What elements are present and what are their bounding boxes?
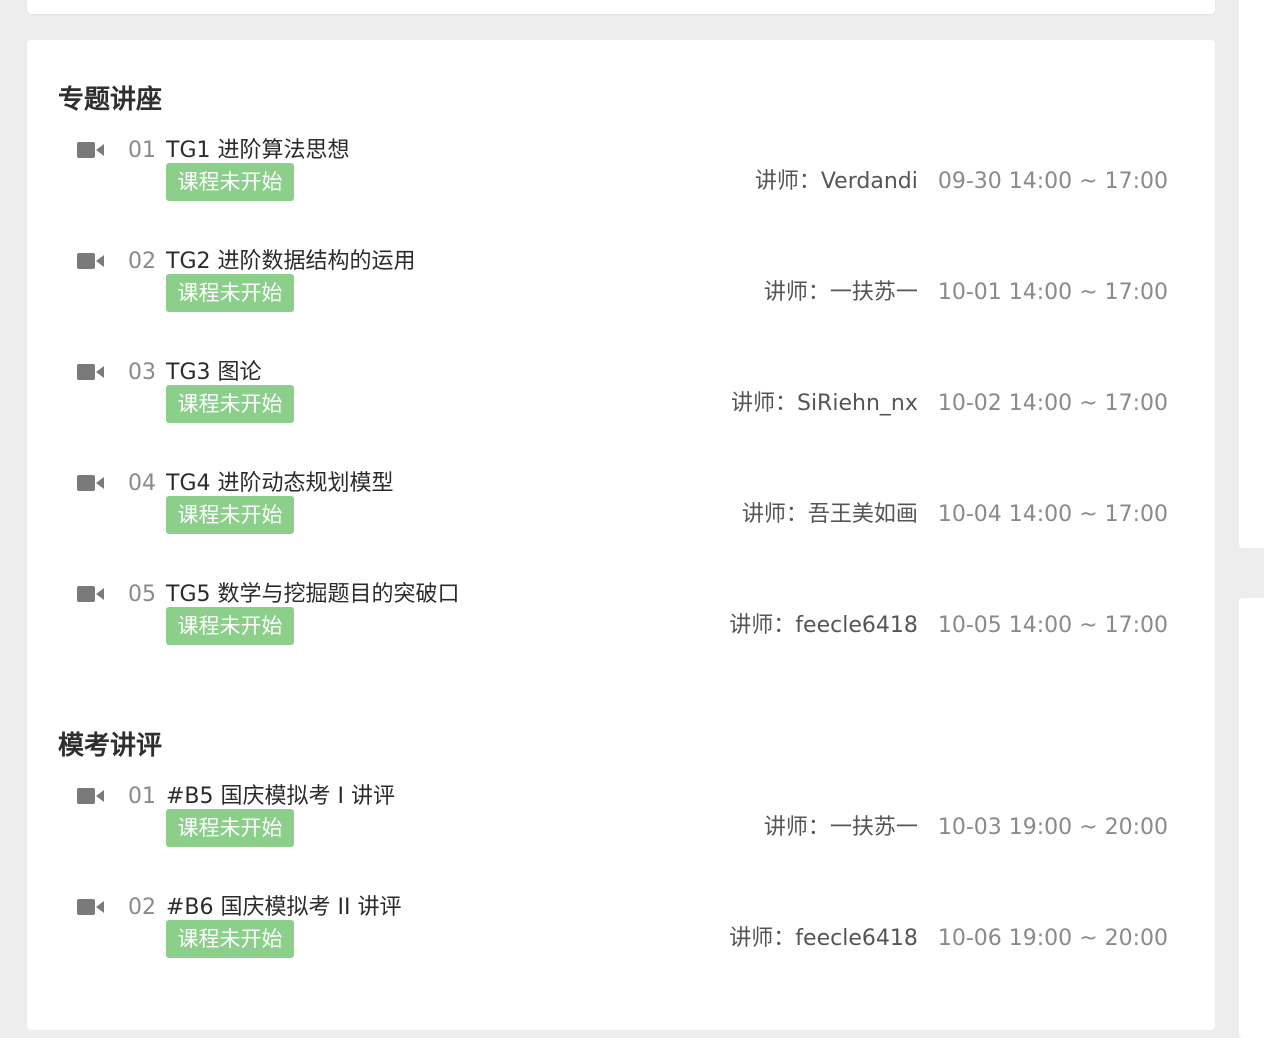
lesson-item[interactable]: 04 TG4 进阶动态规划模型 课程未开始 讲师：吾王美如画 10-04 14:0… [58, 472, 1168, 562]
video-camera-icon [77, 475, 104, 491]
lesson-time: 09-30 14:00 ~ 17:00 [937, 169, 1168, 194]
teacher-label: 讲师：SiRiehn_nx [730, 391, 918, 416]
lesson-meta: 讲师：feecle6418 10-05 14:00 ~ 17:00 [729, 613, 1168, 639]
lesson-number: 04 [128, 471, 156, 496]
lesson-item[interactable]: 05 TG5 数学与挖掘题目的突破口 课程未开始 讲师：feecle6418 10… [58, 583, 1168, 673]
status-badge: 课程未开始 [166, 163, 294, 201]
status-badge: 课程未开始 [166, 385, 294, 423]
lesson-time: 10-06 19:00 ~ 20:00 [937, 926, 1168, 951]
lesson-item[interactable]: 01 #B5 国庆模拟考 I 讲评 课程未开始 讲师：一扶苏一 10-03 19:… [58, 785, 1168, 875]
lesson-item[interactable]: 02 #B6 国庆模拟考 II 讲评 课程未开始 讲师：feecle6418 10… [58, 896, 1168, 986]
status-badge: 课程未开始 [166, 496, 294, 534]
video-camera-icon [77, 142, 104, 158]
lesson-number: 02 [128, 249, 156, 274]
lesson-number: 02 [128, 895, 156, 920]
teacher-label: 讲师：feecle6418 [729, 613, 918, 638]
lesson-title[interactable]: TG3 图论 [166, 361, 261, 385]
video-camera-icon [77, 899, 104, 915]
status-badge: 课程未开始 [166, 607, 294, 645]
lesson-item[interactable]: 02 TG2 进阶数据结构的运用 课程未开始 讲师：一扶苏一 10-01 14:0… [58, 250, 1168, 340]
lesson-title[interactable]: TG4 进阶动态规划模型 [166, 472, 393, 496]
status-badge: 课程未开始 [166, 920, 294, 958]
lesson-time: 10-02 14:00 ~ 17:00 [937, 391, 1168, 416]
lesson-time: 10-01 14:00 ~ 17:00 [937, 280, 1168, 305]
teacher-label: 讲师：一扶苏一 [763, 280, 918, 305]
teacher-label: 讲师：一扶苏一 [763, 815, 918, 840]
lesson-item[interactable]: 01 TG1 进阶算法思想 课程未开始 讲师：Verdandi 09-30 14:… [58, 139, 1168, 229]
teacher-label: 讲师：吾王美如画 [741, 502, 918, 527]
lesson-title[interactable]: TG1 进阶算法思想 [166, 139, 349, 163]
lesson-meta: 讲师：Verdandi 09-30 14:00 ~ 17:00 [755, 169, 1168, 195]
video-camera-icon [77, 788, 104, 804]
status-badge: 课程未开始 [166, 274, 294, 312]
sidebar-card-bottom [1239, 598, 1264, 1038]
lesson-title[interactable]: TG2 进阶数据结构的运用 [166, 250, 415, 274]
lesson-meta: 讲师：一扶苏一 10-01 14:00 ~ 17:00 [764, 280, 1168, 306]
section-title-lectures: 专题讲座 [58, 85, 163, 115]
lesson-number: 05 [128, 582, 156, 607]
teacher-label: 讲师：feecle6418 [729, 926, 918, 951]
status-badge: 课程未开始 [166, 809, 294, 847]
lesson-meta: 讲师：feecle6418 10-06 19:00 ~ 20:00 [729, 926, 1168, 952]
section-title-mock-exams: 模考讲评 [58, 731, 163, 761]
lesson-title[interactable]: #B5 国庆模拟考 I 讲评 [166, 785, 395, 809]
lesson-time: 10-03 19:00 ~ 20:00 [937, 815, 1168, 840]
lesson-number: 01 [128, 784, 156, 809]
video-camera-icon [77, 586, 104, 602]
teacher-label: 讲师：Verdandi [754, 169, 918, 194]
lesson-meta: 讲师：SiRiehn_nx 10-02 14:00 ~ 17:00 [731, 391, 1168, 417]
lesson-title[interactable]: #B6 国庆模拟考 II 讲评 [166, 896, 401, 920]
lesson-item[interactable]: 03 TG3 图论 课程未开始 讲师：SiRiehn_nx 10-02 14:00… [58, 361, 1168, 451]
video-camera-icon [77, 364, 104, 380]
lesson-time: 10-04 14:00 ~ 17:00 [937, 502, 1168, 527]
previous-card [27, 0, 1215, 14]
lesson-time: 10-05 14:00 ~ 17:00 [937, 613, 1168, 638]
lesson-meta: 讲师：一扶苏一 10-03 19:00 ~ 20:00 [764, 815, 1168, 841]
sidebar-card-top [1239, 0, 1264, 548]
lesson-number: 03 [128, 360, 156, 385]
lesson-title[interactable]: TG5 数学与挖掘题目的突破口 [166, 583, 459, 607]
lesson-number: 01 [128, 138, 156, 163]
video-camera-icon [77, 253, 104, 269]
lesson-meta: 讲师：吾王美如画 10-04 14:00 ~ 17:00 [742, 502, 1168, 528]
